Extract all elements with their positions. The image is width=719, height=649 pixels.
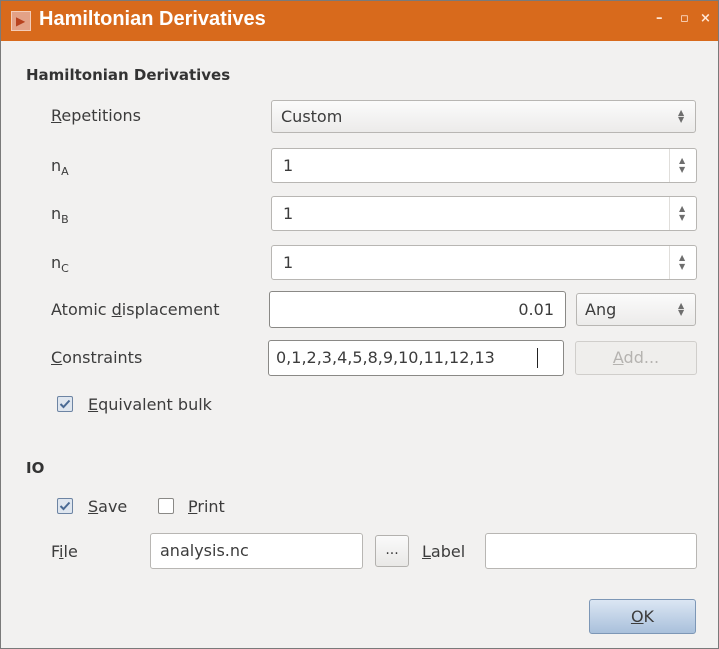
print-label[interactable]: Print xyxy=(188,497,225,516)
displacement-value: 0.01 xyxy=(518,300,554,319)
na-label: nA xyxy=(51,156,69,178)
checkmark-icon xyxy=(59,399,71,409)
text-cursor xyxy=(537,348,538,368)
section-title-io: IO xyxy=(26,459,45,477)
chevron-updown-icon: ▲ ▼ xyxy=(678,301,685,317)
repetitions-value: Custom xyxy=(281,107,343,126)
displacement-label: Atomic displacement xyxy=(51,300,220,319)
minimize-icon[interactable]: – xyxy=(656,11,663,26)
unit-value: Ang xyxy=(585,300,617,319)
nc-label: nC xyxy=(51,253,69,275)
nc-value: 1 xyxy=(283,253,294,272)
dialog-window: ▶ Hamiltonian Derivatives – ▫ × Hamilton… xyxy=(0,0,719,649)
displacement-input[interactable]: 0.01 xyxy=(269,291,566,328)
nb-spinbox[interactable]: 1 ▲ ▼ xyxy=(271,196,697,231)
repetitions-select[interactable]: Custom ▲ ▼ xyxy=(271,100,696,133)
repetitions-label: Repetitions xyxy=(51,106,141,125)
maximize-icon[interactable]: ▫ xyxy=(680,11,689,26)
file-input[interactable]: analysis.nc xyxy=(150,533,363,569)
constraints-label: Constraints xyxy=(51,348,143,367)
ok-button[interactable]: OK xyxy=(589,599,696,634)
add-button[interactable]: Add... xyxy=(575,341,697,375)
nc-spinbox[interactable]: 1 ▲ ▼ xyxy=(271,245,697,280)
spinbox-arrows-icon[interactable]: ▲ ▼ xyxy=(669,197,696,230)
spinbox-arrows-icon[interactable]: ▲ ▼ xyxy=(669,149,696,182)
browse-button[interactable]: ... xyxy=(375,535,409,567)
na-value: 1 xyxy=(283,156,294,175)
nb-value: 1 xyxy=(283,204,294,223)
constraints-input[interactable]: 0,1,2,3,4,5,8,9,10,11,12,13 xyxy=(268,340,564,376)
spinbox-arrows-icon[interactable]: ▲ ▼ xyxy=(669,246,696,279)
section-title-hamiltonian: Hamiltonian Derivatives xyxy=(26,66,231,84)
label-field-label: Label xyxy=(422,542,466,561)
equivalent-bulk-label[interactable]: Equivalent bulk xyxy=(88,395,212,414)
title-bar[interactable]: ▶ Hamiltonian Derivatives – ▫ × xyxy=(1,1,718,41)
constraints-value: 0,1,2,3,4,5,8,9,10,11,12,13 xyxy=(276,348,495,367)
label-input[interactable] xyxy=(485,533,697,569)
checkmark-icon xyxy=(59,501,71,511)
equivalent-bulk-checkbox[interactable] xyxy=(57,396,73,412)
app-icon: ▶ xyxy=(11,11,31,31)
na-spinbox[interactable]: 1 ▲ ▼ xyxy=(271,148,697,183)
save-label[interactable]: Save xyxy=(88,497,127,516)
chevron-updown-icon: ▲ ▼ xyxy=(678,108,685,124)
nb-label: nB xyxy=(51,204,69,226)
save-checkbox[interactable] xyxy=(57,498,73,514)
window-title: Hamiltonian Derivatives xyxy=(39,8,266,30)
close-icon[interactable]: × xyxy=(700,11,711,26)
file-label: File xyxy=(51,542,78,561)
displacement-unit-select[interactable]: Ang ▲ ▼ xyxy=(576,293,696,326)
print-checkbox[interactable] xyxy=(158,498,174,514)
file-value: analysis.nc xyxy=(160,541,249,560)
